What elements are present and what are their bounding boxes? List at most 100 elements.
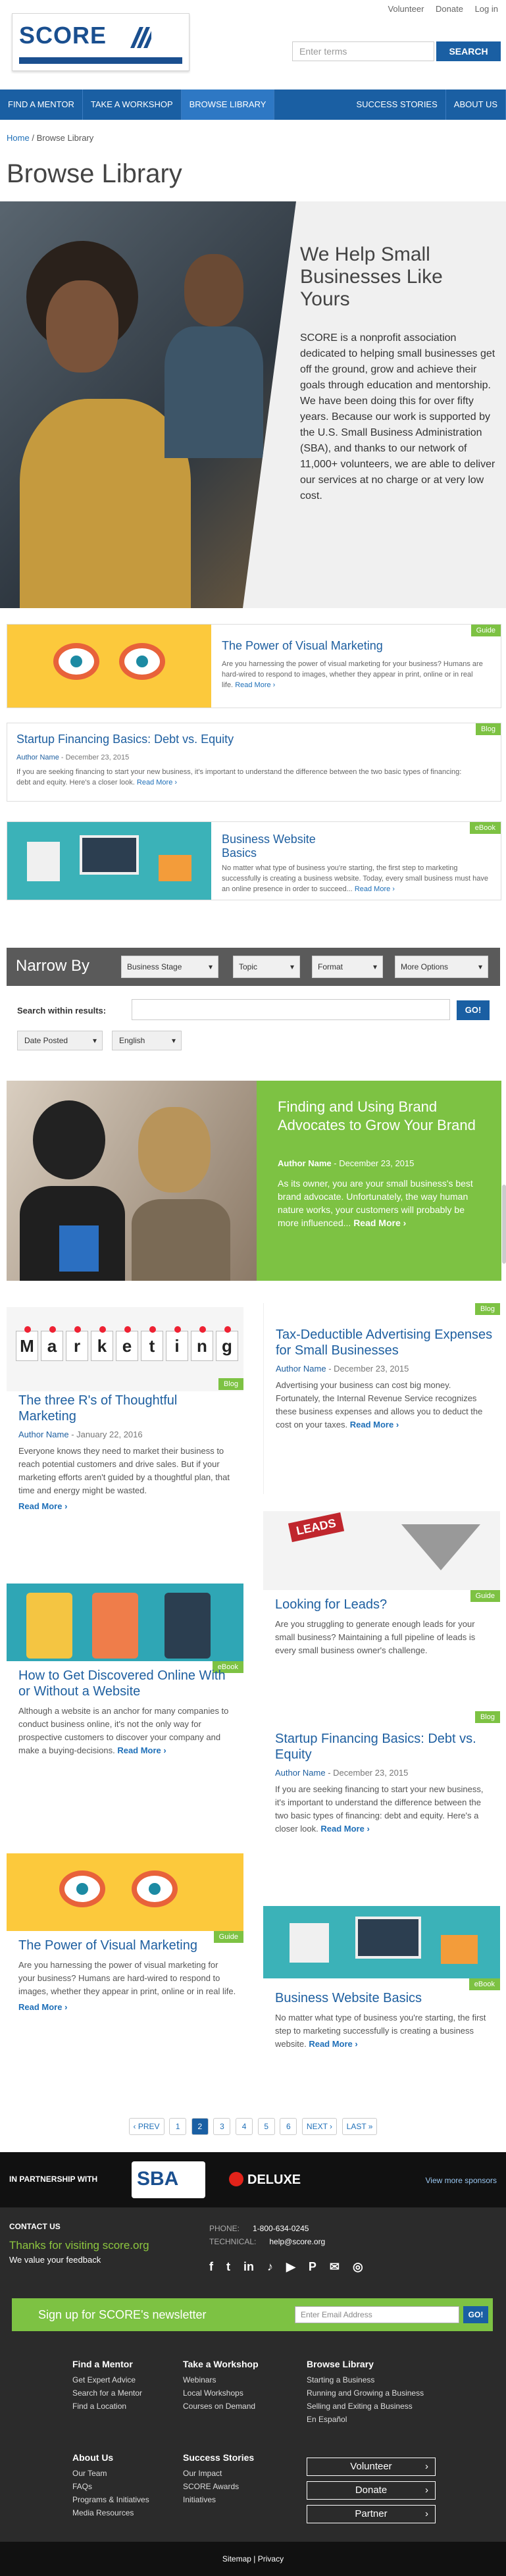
card-title[interactable]: Looking for Leads? — [275, 1597, 493, 1612]
footer-link[interactable]: Selling and Exiting a Business — [307, 2400, 424, 2413]
view-more-sponsors-link[interactable]: View more sponsors — [426, 2176, 497, 2185]
bottom-links[interactable]: Sitemap | Privacy — [0, 2542, 506, 2576]
read-more-link[interactable]: Read More › — [137, 779, 177, 786]
technical-email[interactable]: help@score.org — [269, 2237, 325, 2246]
footer-link[interactable]: En Español — [307, 2413, 424, 2426]
item-title[interactable]: The Power of Visual Marketing — [222, 639, 383, 653]
author-name[interactable]: Author Name — [276, 1364, 326, 1374]
author-name[interactable]: Author Name — [278, 1158, 332, 1168]
footer-link[interactable]: Courses on Demand — [183, 2400, 259, 2413]
page-4-button[interactable]: 4 — [236, 2118, 253, 2135]
read-more-link[interactable]: Read More › — [235, 681, 275, 689]
page-2-button[interactable]: 2 — [191, 2118, 209, 2135]
volunteer-link[interactable]: Volunteer — [388, 4, 424, 14]
newsletter-email-input[interactable]: Enter Email Address — [295, 2306, 459, 2323]
footer-heading[interactable]: Success Stories — [183, 2451, 254, 2464]
article-card[interactable]: Blog Tax-Deductible Advertising Expenses… — [263, 1303, 500, 1494]
footer-link[interactable]: Initiatives — [183, 2493, 254, 2506]
read-more-link[interactable]: Read More › — [320, 1824, 369, 1834]
card-title[interactable]: Startup Financing Basics: Debt vs. Equit… — [275, 1731, 493, 1763]
language-dropdown[interactable]: English — [112, 1031, 182, 1050]
footer-heading[interactable]: Find a Mentor — [72, 2357, 142, 2371]
page-3-button[interactable]: 3 — [213, 2118, 231, 2135]
footer-link[interactable]: Our Team — [72, 2467, 149, 2480]
footer-link[interactable]: Running and Growing a Business — [307, 2386, 424, 2400]
search-within-input[interactable] — [132, 999, 450, 1020]
score-logo[interactable]: SCORE — [12, 13, 190, 71]
donate-button[interactable]: Donate — [307, 2481, 436, 2500]
footer-link[interactable]: Webinars — [183, 2373, 259, 2386]
list-item[interactable]: Guide The Power of Visual Marketing Are … — [7, 624, 501, 708]
podcast-icon[interactable]: ♪ — [267, 2260, 273, 2274]
footer-link[interactable]: Search for a Mentor — [72, 2386, 142, 2400]
search-within-go-button[interactable]: GO! — [457, 1000, 490, 1020]
article-card[interactable]: eBook Business Website Basics No matter … — [263, 1906, 500, 2103]
donate-link[interactable]: Donate — [436, 4, 463, 14]
item-title[interactable]: Startup Financing Basics: Debt vs. Equit… — [16, 733, 234, 746]
nav-take-a-workshop[interactable]: TAKE A WORKSHOP — [83, 90, 182, 120]
read-more-link[interactable]: Read More › — [18, 1501, 67, 1511]
breadcrumb-home[interactable]: Home — [7, 133, 30, 143]
phone-number[interactable]: 1-800-634-0245 — [253, 2224, 309, 2233]
page-6-button[interactable]: 6 — [280, 2118, 297, 2135]
read-more-link[interactable]: Read More › — [355, 885, 395, 893]
list-item[interactable]: Blog Startup Financing Basics: Debt vs. … — [7, 723, 501, 802]
card-title[interactable]: The three R's of Thoughtful Marketing — [18, 1393, 237, 1424]
search-input[interactable]: Enter terms — [292, 41, 434, 61]
next-page-button[interactable]: NEXT › — [301, 2118, 338, 2135]
featured-title[interactable]: Finding and Using Brand Advocates to Gro… — [278, 1098, 488, 1135]
more-options-dropdown[interactable]: More Options — [395, 956, 488, 978]
youtube-icon[interactable]: ▶ — [286, 2260, 295, 2274]
author-name[interactable]: Author Name — [18, 1430, 69, 1439]
footer-link[interactable]: Media Resources — [72, 2506, 149, 2519]
footer-heading[interactable]: Browse Library — [307, 2357, 424, 2371]
sba-logo[interactable]: SBA — [132, 2161, 205, 2198]
pinterest-icon[interactable]: P — [309, 2260, 316, 2274]
article-card[interactable]: Blog Startup Financing Basics: Debt vs. … — [263, 1711, 500, 1869]
read-more-link[interactable]: Read More › — [309, 2039, 357, 2049]
nav-about-us[interactable]: ABOUT US — [446, 90, 506, 120]
nav-find-a-mentor[interactable]: FIND A MENTOR — [0, 90, 83, 120]
linkedin-icon[interactable]: in — [243, 2260, 254, 2274]
footer-heading[interactable]: About Us — [72, 2451, 149, 2464]
footer-link[interactable]: Programs & Initiatives — [72, 2493, 149, 2506]
author-name[interactable]: Author Name — [16, 754, 59, 761]
article-card[interactable]: LEADS Guide Looking for Leads? Are you s… — [263, 1511, 500, 1689]
read-more-link[interactable]: Read More › — [117, 1745, 166, 1755]
instagram-icon[interactable]: ◎ — [353, 2260, 363, 2274]
footer-link[interactable]: Our Impact — [183, 2467, 254, 2480]
footer-heading[interactable]: Take a Workshop — [183, 2357, 259, 2371]
twitter-icon[interactable]: t — [226, 2260, 230, 2274]
footer-link[interactable]: Local Workshops — [183, 2386, 259, 2400]
login-link[interactable]: Log in — [475, 4, 498, 14]
email-icon[interactable]: ✉ — [330, 2260, 340, 2274]
author-name[interactable]: Author Name — [275, 1768, 326, 1778]
topic-dropdown[interactable]: Topic — [233, 956, 300, 978]
deluxe-logo[interactable]: DELUXE — [229, 2172, 301, 2188]
nav-browse-library[interactable]: BROWSE LIBRARY — [181, 90, 275, 120]
facebook-icon[interactable]: f — [209, 2260, 213, 2274]
card-title[interactable]: The Power of Visual Marketing — [18, 1938, 237, 1953]
footer-link[interactable]: FAQs — [72, 2480, 149, 2493]
nav-success-stories[interactable]: SUCCESS STORIES — [348, 90, 446, 120]
format-dropdown[interactable]: Format — [312, 956, 383, 978]
read-more-link[interactable]: Read More › — [18, 2002, 67, 2012]
scrollbar-thumb[interactable] — [502, 1185, 506, 1264]
item-title[interactable]: Business Website Basics — [222, 833, 340, 860]
footer-link[interactable]: Find a Location — [72, 2400, 142, 2413]
partner-button[interactable]: Partner — [307, 2505, 436, 2523]
featured-article[interactable]: Finding and Using Brand Advocates to Gro… — [7, 1081, 501, 1281]
search-button[interactable]: SEARCH — [436, 41, 501, 61]
card-title[interactable]: Business Website Basics — [275, 1990, 493, 2006]
newsletter-go-button[interactable]: GO! — [463, 2306, 488, 2323]
last-page-button[interactable]: LAST » — [342, 2118, 378, 2135]
footer-link[interactable]: Starting a Business — [307, 2373, 424, 2386]
footer-link[interactable]: SCORE Awards — [183, 2480, 254, 2493]
card-title[interactable]: How to Get Discovered Online With or Wit… — [18, 1668, 237, 1699]
business-stage-dropdown[interactable]: Business Stage — [121, 956, 218, 978]
page-5-button[interactable]: 5 — [257, 2118, 275, 2135]
volunteer-button[interactable]: Volunteer — [307, 2458, 436, 2476]
read-more-link[interactable]: Read More › — [353, 1218, 406, 1228]
article-card[interactable]: eBook How to Get Discovered Online With … — [7, 1584, 243, 1814]
date-posted-dropdown[interactable]: Date Posted — [17, 1031, 103, 1050]
